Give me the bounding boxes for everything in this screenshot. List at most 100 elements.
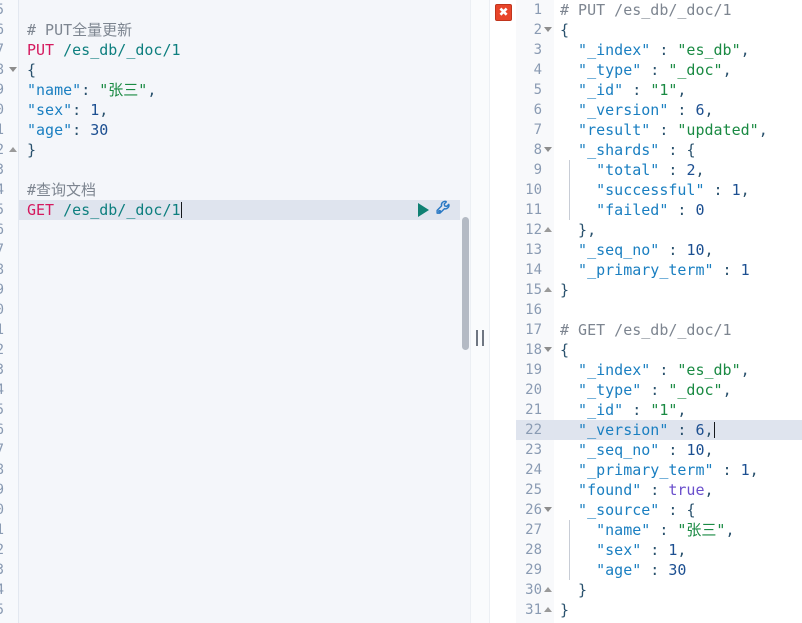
gutter-line[interactable]: 25 — [0, 400, 18, 420]
response-code-area[interactable]: # PUT /es_db/_doc/1 { "_index" : "es_db",… — [554, 0, 802, 623]
pane-splitter[interactable] — [470, 0, 490, 623]
response-code-line[interactable]: } — [554, 580, 802, 600]
gutter-line[interactable]: 19 — [0, 280, 18, 300]
response-gutter-line[interactable]: 15 — [516, 280, 554, 300]
response-gutter-line[interactable]: 14 — [516, 260, 554, 280]
gutter-line[interactable]: 26 — [0, 420, 18, 440]
response-code-line[interactable]: "successful" : 1, — [554, 180, 802, 200]
request-code-line[interactable] — [19, 240, 460, 260]
response-gutter-line[interactable]: 25 — [516, 480, 554, 500]
response-code-line[interactable]: "age" : 30 — [554, 560, 802, 580]
gutter-line[interactable]: 16 — [0, 220, 18, 240]
response-code-line[interactable]: "_index" : "es_db", — [554, 40, 802, 60]
request-code-line[interactable] — [19, 160, 460, 180]
response-gutter-line[interactable]: 21 — [516, 400, 554, 420]
response-gutter-line[interactable]: 31 — [516, 600, 554, 620]
error-close-icon[interactable]: ✖ — [495, 4, 512, 21]
response-code-line[interactable]: "total" : 2, — [554, 160, 802, 180]
response-gutter-line[interactable]: 5 — [516, 80, 554, 100]
gutter-line[interactable]: 5 — [0, 0, 18, 20]
fold-down-icon[interactable] — [544, 347, 552, 352]
request-code-line[interactable]: { — [19, 60, 460, 80]
gutter-line[interactable]: 30 — [0, 500, 18, 520]
response-code-line[interactable]: "_id" : "1", — [554, 400, 802, 420]
request-code-line[interactable]: "name": "张三", — [19, 80, 460, 100]
response-code-line[interactable]: "result" : "updated", — [554, 120, 802, 140]
response-code-line[interactable]: "_index" : "es_db", — [554, 360, 802, 380]
gutter-line[interactable]: 32 — [0, 540, 18, 560]
fold-up-icon[interactable] — [544, 587, 552, 592]
request-gutter[interactable]: 5678910111213141516171819202122232425262… — [0, 0, 18, 623]
gutter-line[interactable]: 33 — [0, 560, 18, 580]
response-code-line[interactable]: "_shards" : { — [554, 140, 802, 160]
response-gutter-line[interactable]: 12 — [516, 220, 554, 240]
response-gutter-line[interactable]: 28 — [516, 540, 554, 560]
response-code-line[interactable]: "failed" : 0 — [554, 200, 802, 220]
request-scrollbar-track[interactable] — [460, 0, 470, 623]
request-code-line[interactable]: #查询文档 — [19, 180, 460, 200]
response-gutter-line[interactable]: 8 — [516, 140, 554, 160]
wrench-icon[interactable] — [435, 199, 452, 221]
response-gutter-line[interactable]: 7 — [516, 120, 554, 140]
response-gutter-line[interactable]: 1 — [516, 0, 554, 20]
gutter-line[interactable]: 18 — [0, 260, 18, 280]
response-gutter-line[interactable]: 4 — [516, 60, 554, 80]
response-code-line[interactable]: "sex" : 1, — [554, 540, 802, 560]
response-code-line[interactable]: { — [554, 20, 802, 40]
fold-down-icon[interactable] — [9, 67, 17, 72]
gutter-line[interactable]: 7 — [0, 40, 18, 60]
run-play-icon[interactable] — [418, 203, 429, 217]
gutter-line[interactable]: 12 — [0, 140, 18, 160]
fold-up-icon[interactable] — [9, 147, 17, 152]
response-active-line[interactable]: "_version" : 6, — [554, 420, 802, 440]
response-code-line[interactable]: "_primary_term" : 1, — [554, 460, 802, 480]
response-code-line[interactable]: # GET /es_db/_doc/1 — [554, 320, 802, 340]
response-gutter-line[interactable]: 17 — [516, 320, 554, 340]
gutter-line[interactable]: 23 — [0, 360, 18, 380]
response-gutter-line[interactable]: 3 — [516, 40, 554, 60]
response-gutter-line[interactable]: 20 — [516, 380, 554, 400]
response-code-line[interactable]: "_primary_term" : 1 — [554, 260, 802, 280]
gutter-line[interactable]: 8 — [0, 60, 18, 80]
gutter-line[interactable]: 24 — [0, 380, 18, 400]
request-code-line[interactable] — [19, 220, 460, 240]
response-gutter-line[interactable]: 16 — [516, 300, 554, 320]
request-active-line[interactable]: GET /es_db/_doc/1 — [19, 200, 460, 220]
response-code-line[interactable]: "_seq_no" : 10, — [554, 240, 802, 260]
response-gutter-line[interactable]: 19 — [516, 360, 554, 380]
response-code-line[interactable]: { — [554, 340, 802, 360]
gutter-line[interactable]: 11 — [0, 120, 18, 140]
response-code-line[interactable] — [554, 300, 802, 320]
fold-up-icon[interactable] — [544, 287, 552, 292]
fold-up-icon[interactable] — [544, 607, 552, 612]
gutter-line[interactable]: 9 — [0, 80, 18, 100]
response-code-line[interactable]: } — [554, 280, 802, 300]
response-gutter-line[interactable]: 10 — [516, 180, 554, 200]
request-code-line[interactable]: "age": 30 — [19, 120, 460, 140]
response-gutter-line[interactable]: 18 — [516, 340, 554, 360]
response-code-line[interactable]: "_type" : "_doc", — [554, 60, 802, 80]
response-gutter-line[interactable]: 11 — [516, 200, 554, 220]
request-code-line[interactable]: "sex": 1, — [19, 100, 460, 120]
response-code-line[interactable]: "_source" : { — [554, 500, 802, 520]
response-gutter-line[interactable]: 27 — [516, 520, 554, 540]
request-scrollbar-thumb[interactable] — [462, 217, 469, 350]
gutter-line[interactable]: 28 — [0, 460, 18, 480]
gutter-line[interactable]: 21 — [0, 320, 18, 340]
request-code-line[interactable]: PUT /es_db/_doc/1 — [19, 40, 460, 60]
response-gutter-line[interactable]: 26 — [516, 500, 554, 520]
response-gutter-line[interactable]: 30 — [516, 580, 554, 600]
response-code-line[interactable]: "_version" : 6, — [554, 100, 802, 120]
response-gutter[interactable]: 1 2 3 4 5 6 7 8 9 10 11 12 13 14 15 16 17 18 19 20 21 22 23 24 2… — [516, 0, 554, 623]
gutter-line[interactable]: 20 — [0, 300, 18, 320]
fold-down-icon[interactable] — [544, 27, 552, 32]
response-gutter-line[interactable]: 22 — [516, 420, 554, 440]
fold-down-icon[interactable] — [544, 147, 552, 152]
gutter-line[interactable]: 13 — [0, 160, 18, 180]
response-code-line[interactable]: "_seq_no" : 10, — [554, 440, 802, 460]
gutter-line[interactable]: 17 — [0, 240, 18, 260]
gutter-line[interactable]: 35 — [0, 600, 18, 620]
response-code-line[interactable]: "_id" : "1", — [554, 80, 802, 100]
gutter-line[interactable]: 31 — [0, 520, 18, 540]
response-gutter-line[interactable]: 24 — [516, 460, 554, 480]
